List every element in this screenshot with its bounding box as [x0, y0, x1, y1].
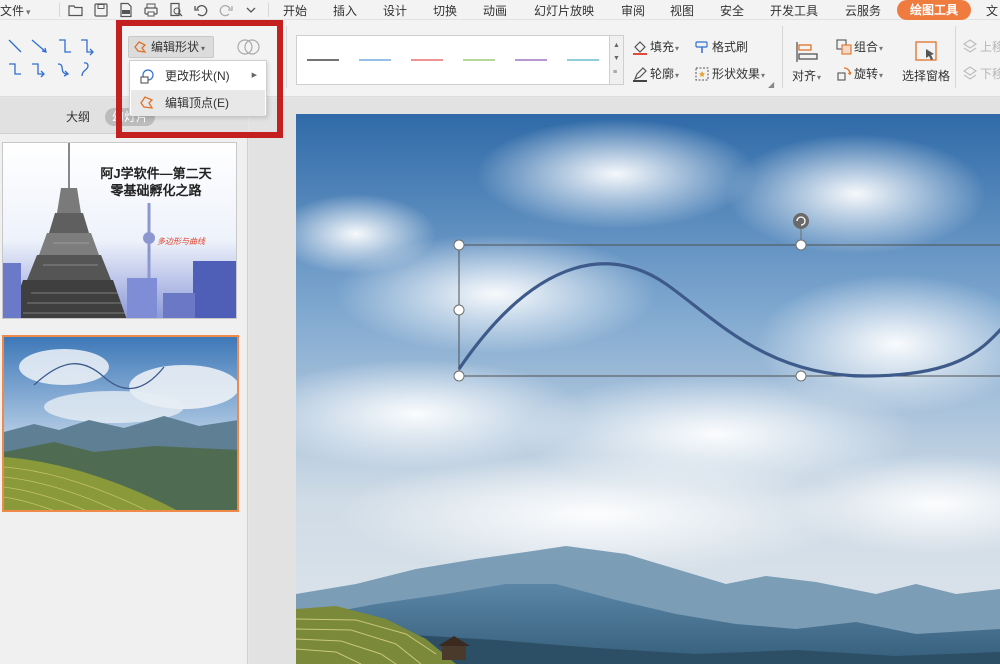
tab-drawing-tools[interactable]: 绘图工具: [897, 0, 971, 20]
slide-canvas[interactable]: [296, 114, 1000, 664]
menu-animations[interactable]: 动画: [483, 2, 507, 19]
send-backward-button[interactable]: 下移: [962, 65, 1000, 82]
slide-2-landscape-image: [4, 337, 237, 510]
group-label: 组合: [854, 40, 879, 54]
outline-pen-icon: [633, 67, 647, 82]
chevron-down-icon: ▾: [675, 71, 680, 80]
chevron-down-icon: ▾: [817, 73, 822, 82]
menu-view[interactable]: 视图: [670, 2, 694, 19]
chevron-down-icon: ▾: [879, 71, 884, 80]
outline-button[interactable]: 轮廓▾: [632, 65, 679, 82]
open-folder-icon[interactable]: [68, 2, 84, 18]
shape-lines-gallery[interactable]: [6, 36, 98, 80]
slide-1-title: 阿J学软件—第二天 零基础孵化之路: [81, 165, 231, 199]
align-label: 对齐: [792, 69, 817, 83]
selection-pane-icon[interactable]: [914, 40, 940, 64]
slide-1-subtitle: 多边形与曲线: [157, 237, 205, 246]
menu-design[interactable]: 设计: [383, 2, 407, 19]
menu-developer[interactable]: 开发工具: [770, 2, 818, 19]
shape-effects-button[interactable]: 形状效果▾: [694, 65, 765, 82]
file-menu-label: 文件: [0, 4, 25, 18]
bring-forward-label: 上移: [980, 40, 1000, 54]
outline-label: 轮廓: [650, 67, 675, 81]
shape-effects-label: 形状效果: [712, 67, 761, 81]
chevron-down-icon: ▾: [761, 71, 766, 80]
chevron-down-icon: ▾: [26, 7, 31, 17]
bring-forward-button[interactable]: 上移: [962, 38, 1000, 55]
send-backward-icon: [963, 66, 977, 80]
format-painter-label: 格式刷: [712, 40, 749, 54]
slide-background-image: [296, 114, 1000, 664]
highlight-annotation-box: [116, 20, 283, 138]
slide-thumbnail-2[interactable]: [2, 335, 239, 512]
gallery-scroll[interactable]: ▲ ▼ ≡: [610, 35, 624, 85]
format-painter-icon: [695, 41, 708, 53]
fill-button[interactable]: 填充▾: [632, 38, 679, 55]
align-button[interactable]: 对齐▾: [792, 67, 821, 84]
save-icon[interactable]: [93, 2, 109, 18]
slide-1-title-line2: 零基础孵化之路: [110, 183, 202, 198]
rotate-button[interactable]: 旋转▾: [836, 65, 883, 82]
divider: [955, 26, 956, 88]
file-menu[interactable]: 文件 ▾: [0, 2, 31, 19]
rotate-label: 旋转: [854, 67, 879, 81]
export-pdf-icon[interactable]: [118, 2, 134, 18]
send-backward-label: 下移: [980, 67, 1000, 81]
fill-bucket-icon: [633, 41, 647, 55]
expand-gallery-icon[interactable]: ≡: [613, 69, 617, 76]
print-icon[interactable]: [143, 2, 159, 18]
chevron-down-icon: ▾: [879, 44, 884, 53]
chevron-down-icon: ▾: [675, 44, 680, 53]
scroll-down-icon[interactable]: ▼: [613, 55, 620, 62]
menu-home[interactable]: 开始: [283, 2, 307, 19]
divider: [782, 26, 783, 88]
scroll-up-icon[interactable]: ▲: [613, 42, 620, 49]
format-painter-button[interactable]: 格式刷: [694, 38, 748, 55]
slide-panel: 大纲 幻灯片 阿J学软件—第二天 零基础孵化之路 多边形与曲线: [0, 98, 248, 664]
selection-pane-button[interactable]: 选择窗格: [902, 67, 950, 84]
fill-label: 填充: [650, 40, 675, 54]
selection-pane-label: 选择窗格: [902, 69, 951, 83]
group-button[interactable]: 组合▾: [836, 38, 883, 55]
menu-bar: 文件 ▾ 开始 插入 设计 切换 动画 幻灯片放映 审阅 视图 安全 开发工具 云…: [0, 0, 1000, 20]
line-style-gallery[interactable]: [296, 35, 610, 85]
rotate-handle-icon: [793, 213, 809, 229]
group-icon: [836, 39, 852, 55]
align-icon[interactable]: [794, 40, 820, 64]
print-preview-icon[interactable]: [168, 2, 184, 18]
menu-insert[interactable]: 插入: [333, 2, 357, 19]
line-style-samples[interactable]: [297, 36, 609, 84]
dialog-launcher-icon[interactable]: ◢: [768, 80, 774, 89]
menu-slideshow[interactable]: 幻灯片放映: [534, 2, 594, 19]
divider: [286, 26, 287, 88]
tab-outline[interactable]: 大纲: [55, 108, 101, 126]
rotate-icon: [837, 67, 852, 81]
menu-overflow-icon[interactable]: 文: [986, 2, 998, 19]
menu-security[interactable]: 安全: [720, 2, 744, 19]
divider: [268, 3, 269, 17]
menu-cloud[interactable]: 云服务: [845, 2, 881, 19]
undo-icon[interactable]: [193, 2, 209, 18]
slide-1-title-line1: 阿J学软件—第二天: [100, 166, 212, 181]
shape-effects-icon: [695, 67, 709, 81]
menu-review[interactable]: 审阅: [621, 2, 645, 19]
bring-forward-icon: [963, 39, 977, 53]
divider: [59, 3, 60, 17]
customize-toolbar-icon[interactable]: [243, 2, 259, 18]
menu-transitions[interactable]: 切换: [433, 2, 457, 19]
slide-thumbnail-1[interactable]: 阿J学软件—第二天 零基础孵化之路 多边形与曲线: [2, 142, 237, 319]
redo-icon[interactable]: [218, 2, 234, 18]
